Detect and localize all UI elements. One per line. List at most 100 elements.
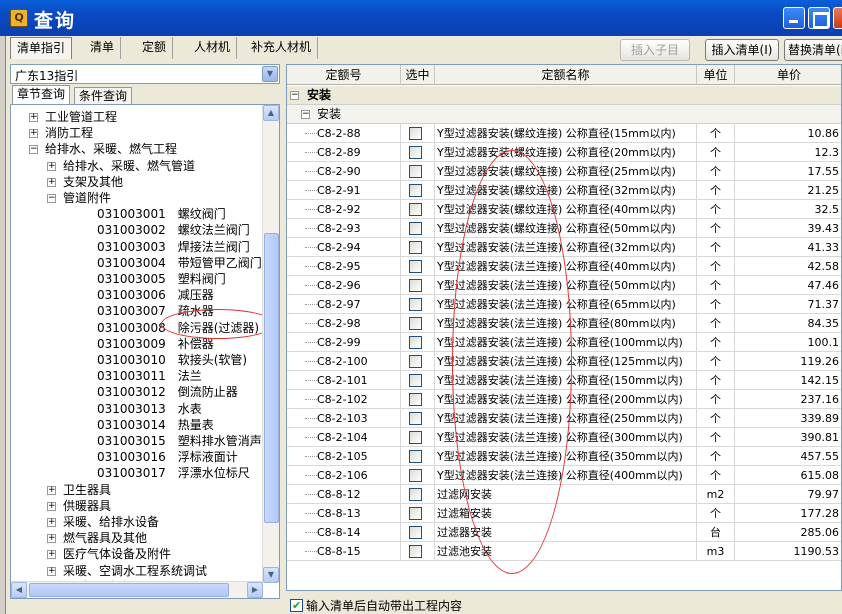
table-row[interactable]: C8-8-14 过滤器安装台 285.06 <box>287 523 841 542</box>
scroll-thumb[interactable] <box>264 233 279 523</box>
insert-list-button[interactable]: 插入清单(I) <box>705 39 779 61</box>
expand-icon[interactable]: + <box>47 566 56 576</box>
insert-child-button[interactable]: 插入子目 <box>620 39 690 61</box>
cell-name: Y型过滤器安装(法兰连接) 公称直径(200mm以内) <box>435 390 697 409</box>
row-checkbox[interactable] <box>409 355 422 368</box>
expand-icon[interactable]: + <box>29 129 38 139</box>
table-row[interactable]: C8-8-13 过滤箱安装个 177.28 <box>287 504 841 523</box>
tree-horizontal-scrollbar[interactable]: ◀ ▶ <box>11 581 263 598</box>
title-bar[interactable]: Q 查询 <box>0 0 842 36</box>
table-row[interactable]: C8-2-96 Y型过滤器安装(法兰连接) 公称直径(50mm以内) 个 47.46 <box>287 276 841 295</box>
tab-list[interactable]: 清单 <box>84 37 122 59</box>
table-row[interactable]: C8-2-97 Y型过滤器安装(法兰连接) 公称直径(65mm以内) 个 71.37 <box>287 295 841 314</box>
guide-select[interactable]: 广东13指引 ▼ <box>10 64 280 84</box>
table-row[interactable]: C8-2-105 Y型过滤器安装(法兰连接) 公称直径(350mm以内) 个 457.… <box>287 447 841 466</box>
expand-icon[interactable]: + <box>47 161 56 171</box>
row-checkbox[interactable] <box>409 222 422 235</box>
table-row[interactable]: C8-2-103 Y型过滤器安装(法兰连接) 公称直径(250mm以内) 个 339.… <box>287 409 841 428</box>
row-checkbox[interactable] <box>409 431 422 444</box>
row-checkbox[interactable] <box>409 203 422 216</box>
row-checkbox[interactable] <box>409 545 422 558</box>
table-row[interactable]: C8-2-106 Y型过滤器安装(法兰连接) 公称直径(400mm以内) 个 615.… <box>287 466 841 485</box>
scroll-up-icon[interactable]: ▲ <box>263 105 279 121</box>
quota-grid[interactable]: 定额号 选中 定额名称 单位 单价 − 安装 − 安装 C8-2-88 Y型过滤器… <box>286 64 842 591</box>
row-checkbox[interactable] <box>409 393 422 406</box>
table-row[interactable]: C8-2-94 Y型过滤器安装(法兰连接) 公称直径(32mm以内) 个 41.33 <box>287 238 841 257</box>
tab-labor-material[interactable]: 人材机 <box>188 37 238 59</box>
header-code[interactable]: 定额号 <box>287 65 401 85</box>
row-checkbox[interactable] <box>409 488 422 501</box>
row-checkbox[interactable] <box>409 184 422 197</box>
row-checkbox[interactable] <box>409 127 422 140</box>
chevron-down-icon[interactable]: ▼ <box>262 66 278 82</box>
table-row[interactable]: C8-2-92 Y型过滤器安装(螺纹连接) 公称直径(40mm以内) 个 32.5 <box>287 200 841 219</box>
header-name[interactable]: 定额名称 <box>435 65 697 85</box>
header-select[interactable]: 选中 <box>401 65 435 85</box>
tree-vertical-scrollbar[interactable]: ▲ ▼ <box>262 105 279 583</box>
tab-list-guide[interactable]: 清单指引 <box>10 37 73 59</box>
row-checkbox[interactable] <box>409 298 422 311</box>
replace-list-button[interactable]: 替换清单(R <box>784 39 842 61</box>
expand-icon[interactable]: + <box>47 550 56 560</box>
collapse-icon[interactable]: − <box>301 110 310 119</box>
expand-icon[interactable]: + <box>29 113 38 122</box>
scroll-right-icon[interactable]: ▶ <box>247 582 263 598</box>
row-checkbox[interactable] <box>409 469 422 482</box>
chapter-tree[interactable]: +刷油、防腐蚀、绝热工程+通信设备及线路工程+采暖、空调水工程系统调试+医疗气体… <box>10 104 280 599</box>
table-row[interactable]: C8-2-101 Y型过滤器安装(法兰连接) 公称直径(150mm以内) 个 142.… <box>287 371 841 390</box>
close-button[interactable] <box>833 7 842 29</box>
row-checkbox[interactable] <box>409 507 422 520</box>
expand-icon[interactable]: + <box>47 485 56 495</box>
row-checkbox[interactable] <box>409 374 422 387</box>
tree-item-label: 给排水、采暖、燃气工程 <box>45 142 178 157</box>
expand-icon[interactable]: + <box>47 177 56 187</box>
table-row[interactable]: C8-2-88 Y型过滤器安装(螺纹连接) 公称直径(15mm以内) 个 10.86 <box>287 124 841 143</box>
table-row[interactable]: C8-2-102 Y型过滤器安装(法兰连接) 公称直径(200mm以内) 个 237.… <box>287 390 841 409</box>
maximize-button[interactable] <box>808 7 830 29</box>
cell-name: Y型过滤器安装(法兰连接) 公称直径(400mm以内) <box>435 466 697 485</box>
table-row[interactable]: C8-8-12 过滤网安装 m2 79.97 <box>287 485 841 504</box>
auto-bring-checkbox[interactable]: 输入清单后自动带出工程内容 <box>290 598 462 614</box>
row-checkbox[interactable] <box>409 241 422 254</box>
tab-supplement[interactable]: 补充人材机 <box>245 37 319 59</box>
row-checkbox[interactable] <box>409 146 422 159</box>
collapse-icon[interactable]: − <box>29 145 38 155</box>
table-row[interactable]: C8-2-90 Y型过滤器安装(螺纹连接) 公称直径(25mm以内) 个 17.55 <box>287 162 841 181</box>
table-row[interactable]: C8-2-104 Y型过滤器安装(法兰连接) 公称直径(300mm以内) 个 390.… <box>287 428 841 447</box>
table-row[interactable]: C8-2-89 Y型过滤器安装(螺纹连接) 公称直径(20mm以内) 个 12.3 <box>287 143 841 162</box>
header-unit[interactable]: 单位 <box>697 65 735 85</box>
tab-condition-query[interactable]: 条件查询 <box>74 87 133 105</box>
row-checkbox[interactable] <box>409 165 422 178</box>
table-row[interactable]: C8-8-15 过滤池安装 m3 1190.53 <box>287 542 841 561</box>
row-checkbox[interactable] <box>409 260 422 273</box>
scroll-down-icon[interactable]: ▼ <box>263 567 279 583</box>
table-row[interactable]: C8-2-99 Y型过滤器安装(法兰连接) 公称直径(100mm以内) 个 100.1 <box>287 333 841 352</box>
table-row[interactable]: C8-2-95 Y型过滤器安装(法兰连接) 公称直径(40mm以内) 个 42.58 <box>287 257 841 276</box>
cell-price: 42.58 <box>807 260 840 273</box>
group-row-install[interactable]: − 安装 <box>287 86 841 105</box>
table-row[interactable]: C8-2-91 Y型过滤器安装(螺纹连接) 公称直径(32mm以内) 个 21.25 <box>287 181 841 200</box>
subgroup-row-install[interactable]: − 安装 <box>287 105 841 124</box>
collapse-icon[interactable]: − <box>47 194 56 203</box>
expand-icon[interactable]: + <box>47 534 56 544</box>
collapse-icon[interactable]: − <box>290 91 299 100</box>
tab-chapter-query[interactable]: 章节查询 <box>12 85 71 105</box>
table-row[interactable]: C8-2-93 Y型过滤器安装(螺纹连接) 公称直径(50mm以内) 个 39.43 <box>287 219 841 238</box>
row-checkbox[interactable] <box>409 279 422 292</box>
scroll-left-icon[interactable]: ◀ <box>11 582 27 598</box>
table-row[interactable]: C8-2-100 Y型过滤器安装(法兰连接) 公称直径(125mm以内) 个 119.… <box>287 352 841 371</box>
scroll-thumb-horizontal[interactable] <box>29 583 229 597</box>
checkbox-checked-icon[interactable] <box>290 598 303 614</box>
cell-price: 339.89 <box>800 412 840 425</box>
header-price[interactable]: 单价 <box>735 65 841 85</box>
minimize-button[interactable] <box>783 7 805 29</box>
row-checkbox[interactable] <box>409 317 422 330</box>
table-row[interactable]: C8-2-98 Y型过滤器安装(法兰连接) 公称直径(80mm以内) 个 84.35 <box>287 314 841 333</box>
expand-icon[interactable]: + <box>47 501 56 511</box>
tab-quota[interactable]: 定额 <box>136 37 174 59</box>
row-checkbox[interactable] <box>409 412 422 425</box>
row-checkbox[interactable] <box>409 526 422 539</box>
row-checkbox[interactable] <box>409 450 422 463</box>
expand-icon[interactable]: + <box>47 518 56 527</box>
row-checkbox[interactable] <box>409 336 422 349</box>
